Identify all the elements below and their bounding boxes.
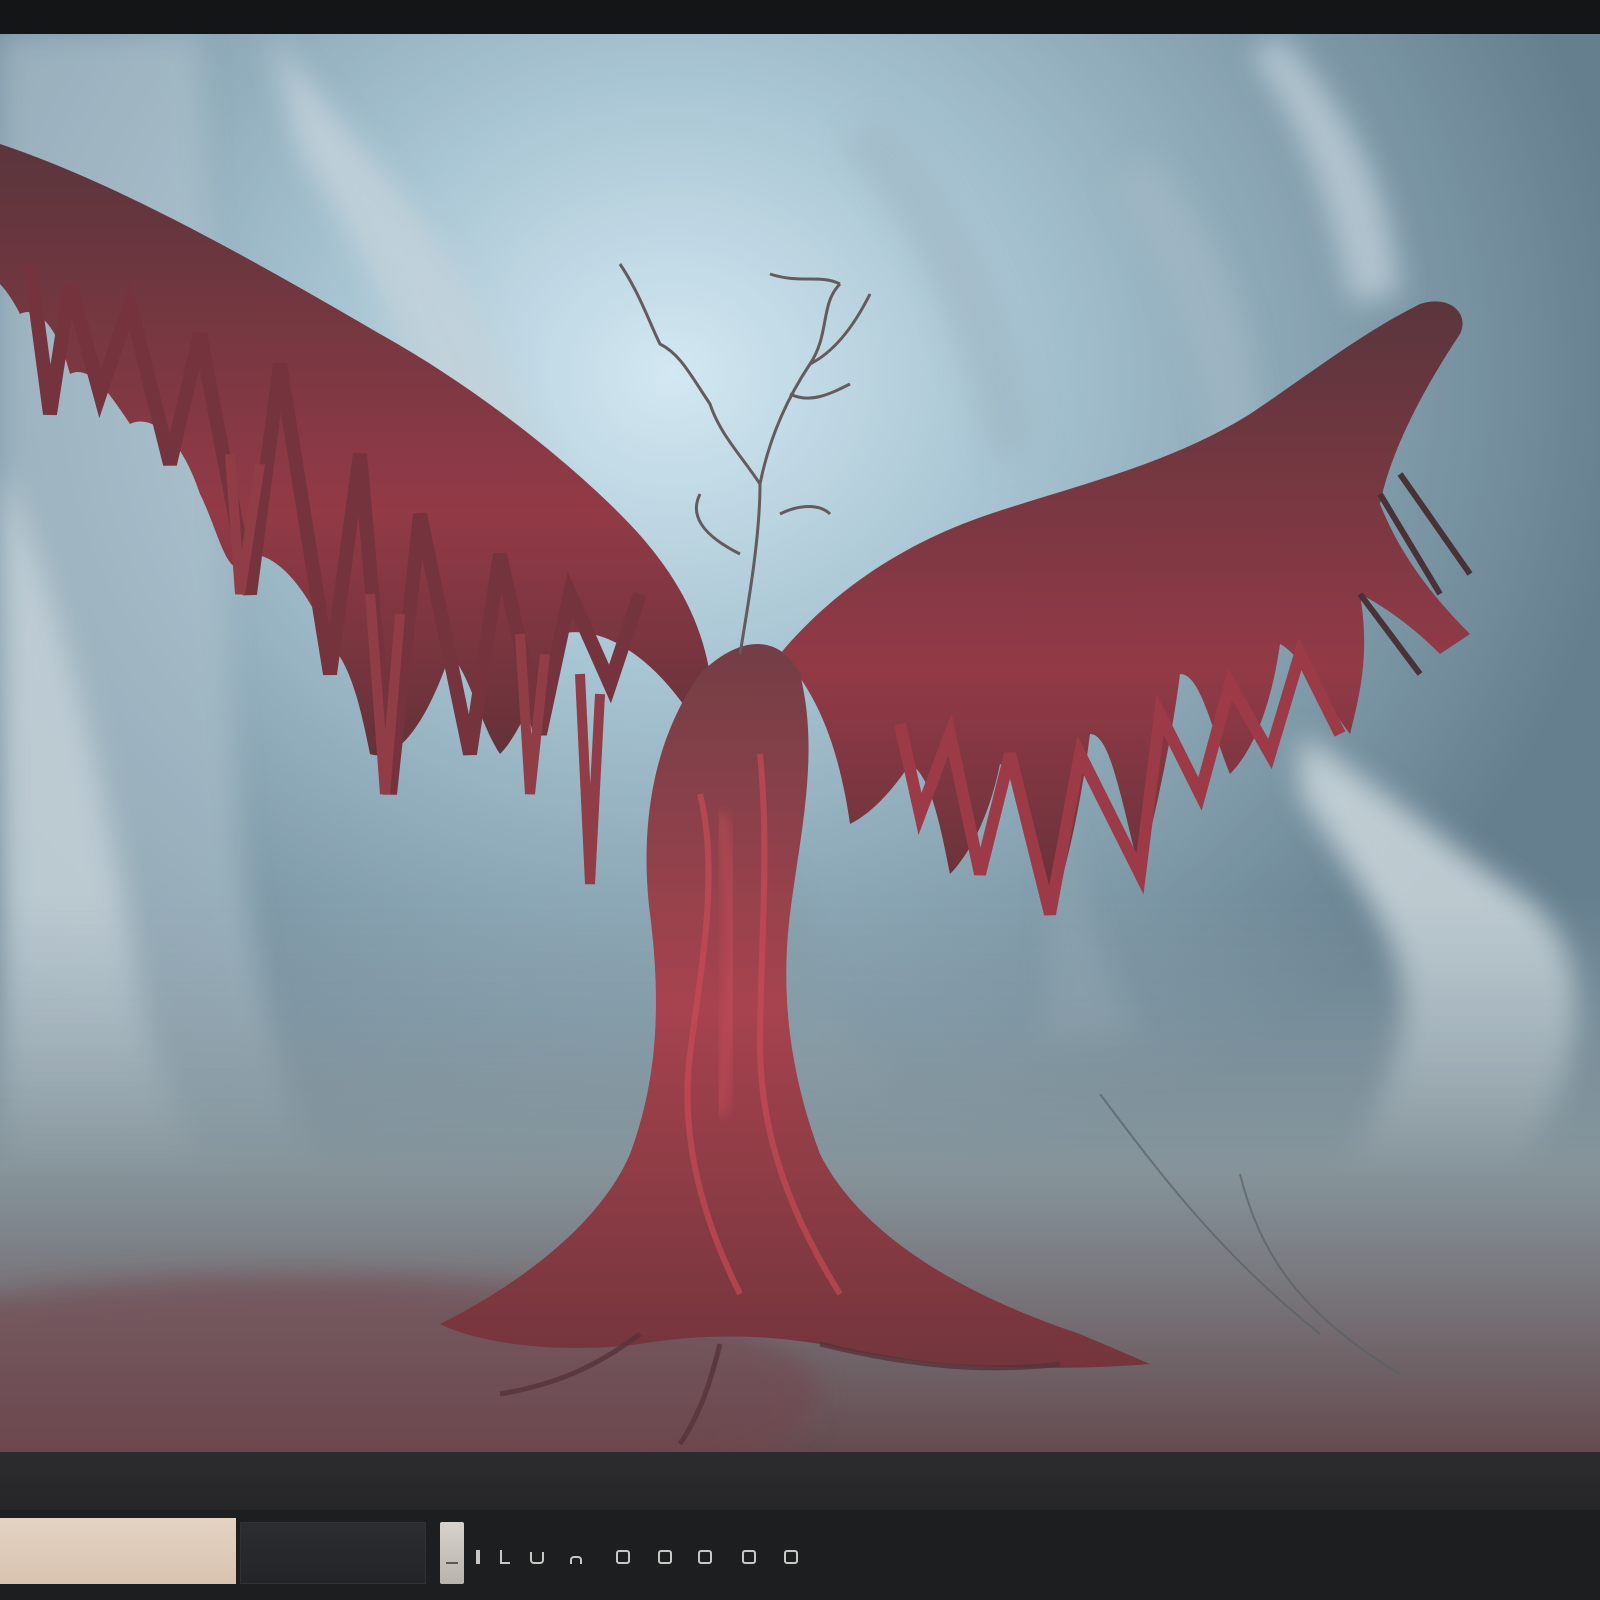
pill-icon[interactable] (698, 1550, 712, 1564)
cup-icon[interactable] (530, 1552, 544, 1564)
half-ring-icon[interactable] (570, 1556, 582, 1564)
status-strip (0, 1452, 1600, 1510)
image-canvas[interactable] (0, 34, 1600, 1452)
pill-icon[interactable] (616, 1550, 630, 1564)
toolbar-controls (470, 1546, 830, 1568)
thumbnail-inactive[interactable] (240, 1522, 426, 1584)
top-bar (0, 0, 1600, 34)
fantasy-tree-artwork (0, 34, 1600, 1452)
image-viewer-window (0, 0, 1600, 1600)
l-shape-icon[interactable] (500, 1550, 510, 1564)
pill-icon[interactable] (658, 1550, 672, 1564)
pill-icon[interactable] (784, 1550, 798, 1564)
slider-handle[interactable] (440, 1522, 464, 1584)
bar-icon[interactable] (476, 1550, 480, 1564)
pill-icon[interactable] (742, 1550, 756, 1564)
thumbnail-active[interactable] (0, 1518, 236, 1584)
